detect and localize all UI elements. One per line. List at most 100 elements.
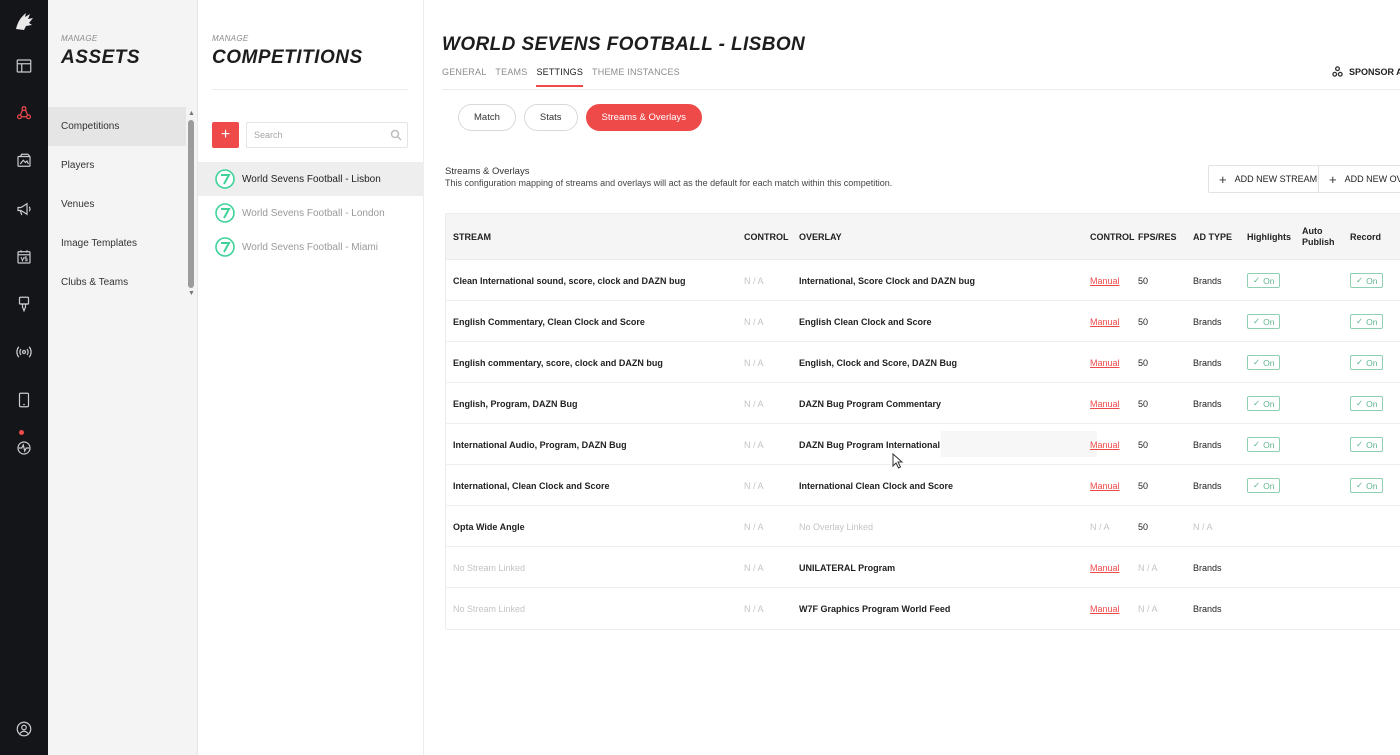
record-toggle[interactable]: ✓ On [1350, 314, 1384, 329]
assets-icon[interactable] [12, 101, 36, 125]
cell-overlay-control[interactable]: Manual [1090, 260, 1120, 301]
table-row[interactable]: International Audio, Program, DAZN Bug N … [446, 424, 1400, 465]
cell-overlay-control[interactable]: Manual [1090, 588, 1120, 629]
cell-overlay-control[interactable]: Manual [1090, 342, 1120, 383]
table-row[interactable]: No Stream Linked N / A UNILATERAL Program M… [446, 547, 1400, 588]
competition-list: World Sevens Football - Lisbon World Sev… [198, 162, 424, 264]
cell-overlay-control[interactable]: Manual [1090, 465, 1120, 506]
competition-item-lisbon[interactable]: World Sevens Football - Lisbon [198, 162, 424, 196]
toggle-label: On [1263, 398, 1275, 409]
tab-divider [442, 89, 1400, 90]
megaphone-icon[interactable] [12, 197, 36, 221]
highlights-toggle[interactable]: ✓ On [1247, 273, 1281, 288]
cell-ad-type: Brands [1193, 603, 1222, 614]
cell-stream: International, Clean Clock and Score [453, 480, 610, 491]
header-auto-publish: Auto Publish [1302, 226, 1335, 247]
highlights-toggle-cell: ✓ On [1247, 424, 1281, 465]
cell-overlay-control[interactable]: Manual [1090, 301, 1120, 342]
highlights-toggle-cell: ✓ On [1247, 301, 1281, 342]
highlights-toggle[interactable]: ✓ On [1247, 478, 1281, 493]
record-toggle[interactable]: ✓ On [1350, 437, 1384, 452]
header-highlights: Highlights [1247, 231, 1291, 242]
record-toggle-cell: ✓ On [1350, 342, 1384, 383]
broadcast-icon[interactable] [12, 340, 36, 364]
competitions-divider [212, 89, 408, 90]
check-icon: ✓ [1253, 316, 1261, 326]
highlights-toggle-cell: ✓ On [1247, 260, 1281, 301]
search-icon[interactable] [390, 129, 402, 141]
user-icon[interactable] [12, 717, 36, 741]
search-input[interactable] [246, 122, 408, 148]
table-row[interactable]: International, Clean Clock and Score N / … [446, 465, 1400, 506]
highlights-toggle[interactable]: ✓ On [1247, 355, 1281, 370]
record-toggle[interactable]: ✓ On [1350, 478, 1384, 493]
nav-item-image-templates[interactable]: Image Templates [48, 224, 186, 263]
add-new-stream-button[interactable]: + ADD NEW STREAM [1208, 165, 1329, 193]
fixtures-icon[interactable] [12, 245, 36, 269]
tab-general[interactable]: GENERAL [442, 67, 486, 87]
cell-fps: 50 [1138, 357, 1149, 368]
cell-ad-type: Brands [1193, 357, 1222, 368]
toggle-label: On [1263, 275, 1275, 286]
table-row[interactable]: English Commentary, Clean Clock and Scor… [446, 301, 1400, 342]
record-toggle[interactable]: ✓ On [1350, 273, 1384, 288]
logo-icon[interactable] [12, 9, 36, 33]
scroll-down-icon[interactable]: ▼ [188, 290, 195, 298]
cell-fps: 50 [1138, 316, 1149, 327]
cell-fps: 50 [1138, 275, 1149, 286]
table-row[interactable]: No Stream Linked N / A W7F Graphics Progra… [446, 588, 1400, 629]
cell-overlay-control[interactable]: Manual [1090, 547, 1120, 588]
check-icon: ✓ [1253, 357, 1261, 367]
highlights-toggle[interactable]: ✓ On [1247, 437, 1281, 452]
layout-icon[interactable] [12, 54, 36, 78]
pill-match[interactable]: Match [458, 104, 516, 131]
tablet-icon[interactable] [12, 388, 36, 412]
brush-icon[interactable] [12, 292, 36, 316]
toggle-label: On [1263, 439, 1275, 450]
cell-overlay: English, Clock and Score, DAZN Bug [799, 357, 958, 368]
record-toggle[interactable]: ✓ On [1350, 355, 1384, 370]
table-row[interactable]: English commentary, score, clock and DAZ… [446, 342, 1400, 383]
table-row[interactable]: English, Program, DAZN Bug N / A DAZN Bug … [446, 383, 1400, 424]
assets-scrollbar[interactable]: ▲ ▼ [188, 110, 195, 300]
cell-stream: English commentary, score, clock and DAZ… [453, 357, 663, 368]
competition-item-london[interactable]: World Sevens Football - London [198, 196, 424, 230]
nav-item-venues[interactable]: Venues [48, 185, 186, 224]
toggle-label: On [1366, 357, 1378, 368]
record-toggle[interactable]: ✓ On [1350, 396, 1384, 411]
scroll-thumb[interactable] [188, 120, 194, 288]
sponsor-button[interactable]: SPONSOR ALI [1332, 66, 1400, 77]
cell-overlay-control[interactable]: Manual [1090, 424, 1120, 465]
tab-settings[interactable]: SETTINGS [536, 67, 584, 87]
tab-theme-instances[interactable]: THEME INSTANCES [592, 67, 680, 87]
nav-item-clubs-teams[interactable]: Clubs & Teams [48, 263, 186, 302]
nav-item-players[interactable]: Players [48, 146, 186, 185]
sponsor-label: SPONSOR ALI [1349, 66, 1400, 77]
add-new-overlay-button[interactable]: + ADD NEW OVER [1318, 165, 1400, 193]
table-row[interactable]: Clean International sound, score, clock … [446, 260, 1400, 301]
hover-highlight [941, 431, 1097, 457]
competitions-manage-label: MANAGE [212, 34, 249, 43]
pill-streams-overlays[interactable]: Streams & Overlays [585, 104, 702, 131]
cell-fps: 50 [1138, 480, 1149, 491]
tab-bar: GENERAL TEAMS SETTINGS THEME INSTANCES [442, 67, 689, 87]
cell-stream: International Audio, Program, DAZN Bug [453, 439, 627, 450]
nav-item-competitions[interactable]: Competitions [48, 107, 186, 146]
tab-teams[interactable]: TEAMS [495, 67, 527, 87]
cell-control: N / A [744, 603, 764, 614]
table-row[interactable]: Opta Wide Angle N / A No Overlay Linked N /… [446, 506, 1400, 547]
highlights-toggle-cell: ✓ On [1247, 465, 1281, 506]
highlights-toggle[interactable]: ✓ On [1247, 314, 1281, 329]
add-new-overlay-label: ADD NEW OVER [1344, 174, 1400, 184]
scroll-up-icon[interactable]: ▲ [188, 110, 195, 118]
header-record: Record [1350, 231, 1382, 242]
media-icon[interactable] [12, 149, 36, 173]
table-header: STREAM CONTROL OVERLAY CONTROL FPS/RES A… [446, 214, 1400, 260]
cell-fps: N / A [1138, 603, 1158, 614]
add-competition-button[interactable]: + [212, 122, 239, 148]
activity-icon[interactable] [12, 436, 36, 460]
pill-stats[interactable]: Stats [523, 104, 578, 131]
highlights-toggle[interactable]: ✓ On [1247, 396, 1281, 411]
competition-item-miami[interactable]: World Sevens Football - Miami [198, 230, 424, 264]
cell-overlay-control[interactable]: Manual [1090, 383, 1120, 424]
